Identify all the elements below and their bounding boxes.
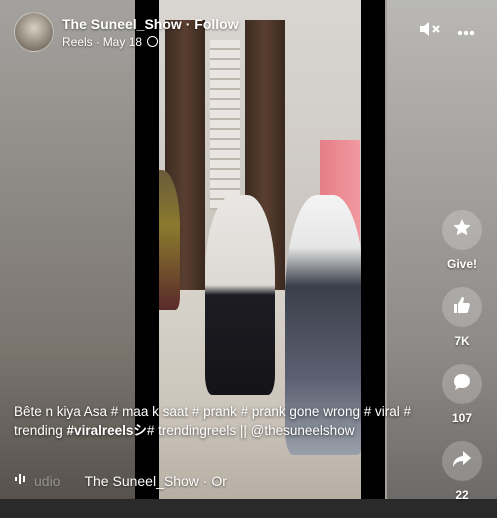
- speaker-muted-icon[interactable]: [419, 20, 441, 43]
- comment-button[interactable]: [442, 364, 482, 404]
- audio-wave-icon: [14, 472, 28, 489]
- audio-track-name[interactable]: The Suneel_Show · Or: [84, 473, 226, 489]
- follow-button[interactable]: Follow: [194, 16, 238, 32]
- avatar[interactable]: [14, 12, 54, 52]
- share-count: 22: [455, 488, 469, 502]
- source-label[interactable]: Reels: [62, 35, 93, 49]
- more-horizontal-icon[interactable]: [457, 23, 475, 41]
- reel-header: The Suneel_Show · Follow Reels · May 18: [14, 12, 239, 52]
- audio-row[interactable]: udio The Suneel_Show · Or: [14, 472, 227, 489]
- separator: ·: [185, 15, 191, 32]
- comment-count: 107: [451, 411, 473, 425]
- like-button[interactable]: [442, 287, 482, 327]
- audio-label: udio: [34, 472, 61, 489]
- share-button[interactable]: [442, 441, 482, 481]
- channel-name[interactable]: The Suneel_Show: [62, 16, 182, 32]
- comment-icon: [452, 372, 472, 397]
- thumbs-up-icon: [452, 295, 472, 320]
- hashtag-link[interactable]: #viralreelsシ: [67, 423, 147, 438]
- give-button[interactable]: [442, 210, 482, 250]
- give-label: Give!: [446, 257, 477, 271]
- share-arrow-icon: [452, 449, 472, 474]
- globe-icon: [147, 36, 159, 47]
- action-column: Give! 7K 107 22: [441, 210, 483, 518]
- reel-caption[interactable]: Bête n kiya Asa # maa k saat # prank # p…: [14, 402, 414, 440]
- star-gift-icon: [451, 217, 473, 244]
- post-date[interactable]: May 18: [103, 35, 142, 49]
- like-count: 7K: [454, 334, 470, 348]
